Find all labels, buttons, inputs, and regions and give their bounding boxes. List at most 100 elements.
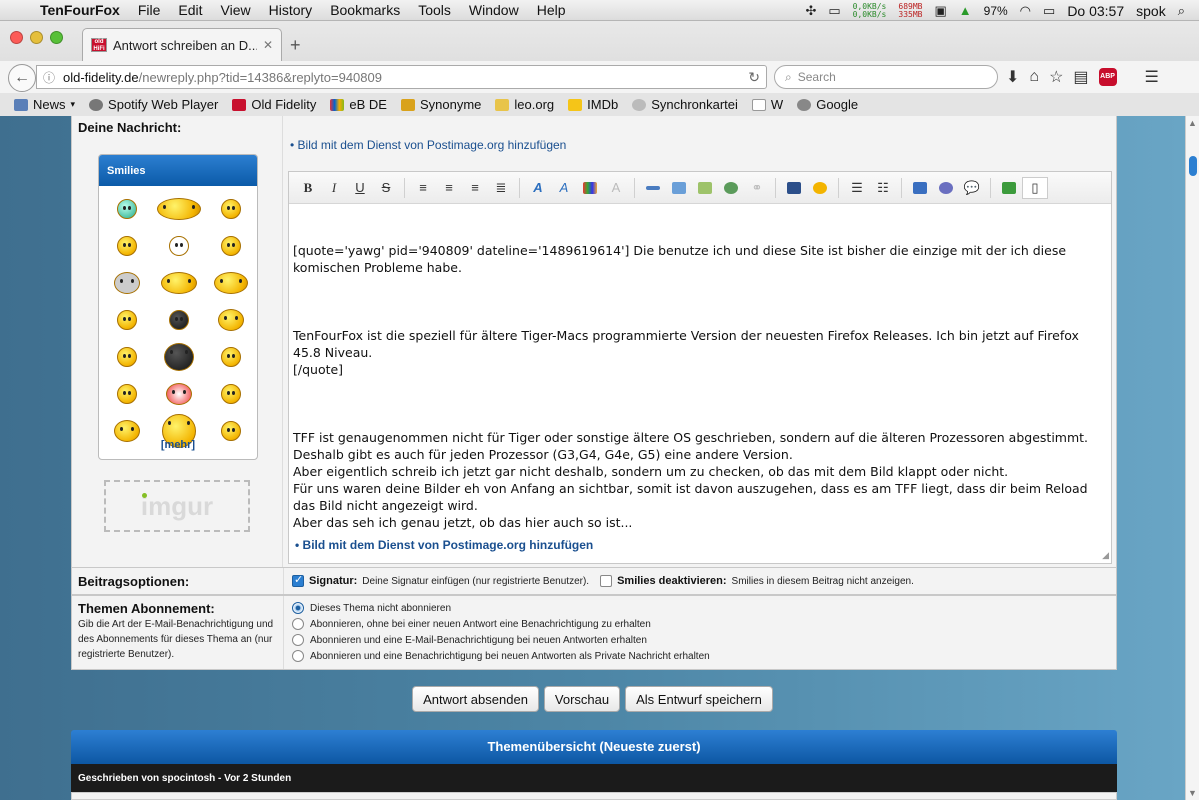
smiley-item[interactable]	[101, 190, 153, 227]
font-icon[interactable]: A	[525, 177, 551, 199]
clock[interactable]: Do 03:57	[1067, 3, 1124, 19]
source-mode-icon[interactable]	[996, 177, 1022, 199]
upload-arrow-icon[interactable]: ▲	[959, 3, 972, 18]
smiley-item[interactable]	[153, 264, 205, 301]
smiley-item[interactable]	[205, 301, 257, 338]
save-draft-button[interactable]: Als Entwurf speichern	[625, 686, 773, 712]
align-right-icon[interactable]: ≡	[462, 177, 488, 199]
tab-close-icon[interactable]: ✕	[263, 38, 273, 52]
bookmark-old-fidelity[interactable]: Old Fidelity	[232, 97, 316, 112]
smiley-item[interactable]	[153, 227, 205, 264]
smiley-item[interactable]	[205, 227, 257, 264]
bookmark-news[interactable]: News ▾	[14, 97, 75, 112]
bookmark-wikipedia[interactable]: W	[751, 97, 783, 112]
insert-smiley-icon[interactable]	[807, 177, 833, 199]
justify-icon[interactable]: ≣	[488, 177, 514, 199]
font-size-icon[interactable]: A	[551, 177, 577, 199]
bookmark-leo[interactable]: leo.org	[495, 97, 554, 112]
menu-tools[interactable]: Tools	[418, 2, 451, 18]
bookmark-synonyme[interactable]: Synonyme	[400, 97, 481, 112]
smiley-item[interactable]	[153, 190, 205, 227]
menu-bookmarks[interactable]: Bookmarks	[330, 2, 400, 18]
menu-help[interactable]: Help	[537, 2, 566, 18]
horizontal-rule-icon[interactable]	[640, 177, 666, 199]
reading-list-icon[interactable]: ▤	[1073, 67, 1088, 87]
subscription-radio[interactable]	[292, 618, 304, 630]
menu-window[interactable]: Window	[469, 2, 519, 18]
remove-format-icon[interactable]: A	[603, 177, 629, 199]
bookmark-google[interactable]: Google	[797, 97, 858, 112]
insert-php-icon[interactable]	[933, 177, 959, 199]
wifi-icon[interactable]: ◠	[1020, 3, 1031, 19]
smiley-item[interactable]	[153, 301, 205, 338]
zoom-window-button[interactable]	[50, 31, 63, 44]
postimage-link-bottom[interactable]: • Bild mit dem Dienst von Postimage.org …	[295, 538, 593, 552]
smiley-item[interactable]	[153, 375, 205, 412]
subscription-choice[interactable]: Abonnieren und eine Benachrichtigung bei…	[292, 648, 710, 664]
bookmark-spotify[interactable]: Spotify Web Player	[89, 97, 218, 112]
bullet-list-icon[interactable]: ☰	[844, 177, 870, 199]
dropbox-icon[interactable]: ✣	[805, 3, 816, 19]
smilies-more-link[interactable]: [mehr]	[99, 439, 257, 451]
preview-button[interactable]: Vorschau	[543, 686, 621, 712]
minimize-window-button[interactable]	[30, 31, 43, 44]
color-picker-icon[interactable]	[577, 177, 603, 199]
smiley-item[interactable]	[101, 338, 153, 375]
italic-button[interactable]: I	[321, 177, 347, 199]
signature-checkbox[interactable]	[292, 573, 304, 587]
resize-handle-icon[interactable]: ◢	[1102, 550, 1109, 561]
postimage-link-top[interactable]: • Bild mit dem Dienst von Postimage.org …	[290, 138, 566, 152]
reload-icon[interactable]: ↻	[748, 69, 760, 86]
bookmark-imdb[interactable]: IMDb	[568, 97, 618, 112]
subscription-radio[interactable]	[292, 602, 304, 614]
imgur-upload-button[interactable]: imgur	[104, 480, 250, 532]
subscription-radio[interactable]	[292, 650, 304, 662]
subscription-radio[interactable]	[292, 634, 304, 646]
smiley-item[interactable]	[101, 301, 153, 338]
site-info-icon[interactable]: ⓘ	[43, 69, 63, 86]
menu-history[interactable]: History	[269, 2, 313, 18]
insert-code-icon[interactable]	[907, 177, 933, 199]
downloads-icon[interactable]: ⬇	[1006, 67, 1019, 87]
smiley-item[interactable]	[153, 338, 205, 375]
underline-button[interactable]: U	[347, 177, 373, 199]
align-center-icon[interactable]: ≡	[436, 177, 462, 199]
monitor-icon[interactable]: ▣	[934, 3, 946, 19]
insert-video-icon[interactable]	[781, 177, 807, 199]
spotlight-search-icon[interactable]: ⌕	[1178, 3, 1185, 19]
new-tab-button[interactable]: +	[290, 35, 301, 56]
url-bar[interactable]: ⓘ old-fidelity.de /newreply.php?tid=1438…	[36, 65, 767, 89]
smiley-item[interactable]	[205, 264, 257, 301]
smiley-item[interactable]	[205, 338, 257, 375]
unlink-icon[interactable]: ⚭	[744, 177, 770, 199]
app-menu[interactable]: TenFourFox	[40, 2, 120, 18]
menu-view[interactable]: View	[221, 2, 251, 18]
page-icon[interactable]: ▯	[1022, 176, 1048, 199]
insert-quote-icon[interactable]: 💬	[959, 177, 985, 199]
insert-image-icon[interactable]	[666, 177, 692, 199]
subscription-choice[interactable]: Abonnieren, ohne bei einer neuen Antwort…	[292, 616, 710, 632]
submit-reply-button[interactable]: Antwort absenden	[412, 686, 539, 712]
insert-email-icon[interactable]	[692, 177, 718, 199]
subscription-choice[interactable]: Dieses Thema nicht abonnieren	[292, 600, 710, 616]
smiley-item[interactable]	[205, 375, 257, 412]
smiley-item[interactable]	[205, 190, 257, 227]
smiley-item[interactable]	[101, 227, 153, 264]
page-scrollbar[interactable]: ▲ ▼	[1185, 116, 1199, 800]
bookmark-star-icon[interactable]: ☆	[1049, 67, 1063, 87]
smiley-item[interactable]	[101, 375, 153, 412]
hamburger-menu-icon[interactable]: ☰	[1145, 67, 1159, 87]
menu-edit[interactable]: Edit	[178, 2, 202, 18]
adblock-plus-icon[interactable]: ABP	[1098, 68, 1117, 86]
insert-link-icon[interactable]	[718, 177, 744, 199]
numbered-list-icon[interactable]: ☷	[870, 177, 896, 199]
home-icon[interactable]: ⌂	[1029, 68, 1039, 86]
battery-icon[interactable]: ▭	[1043, 3, 1055, 19]
bookmark-ebay[interactable]: eB DE	[330, 97, 387, 112]
menu-file[interactable]: File	[138, 2, 161, 18]
bookmark-synchronkartei[interactable]: Synchronkartei	[632, 97, 738, 112]
user-name[interactable]: spok	[1136, 3, 1166, 19]
align-left-icon[interactable]: ≡	[410, 177, 436, 199]
smiley-item[interactable]	[101, 264, 153, 301]
bold-button[interactable]: B	[295, 177, 321, 199]
